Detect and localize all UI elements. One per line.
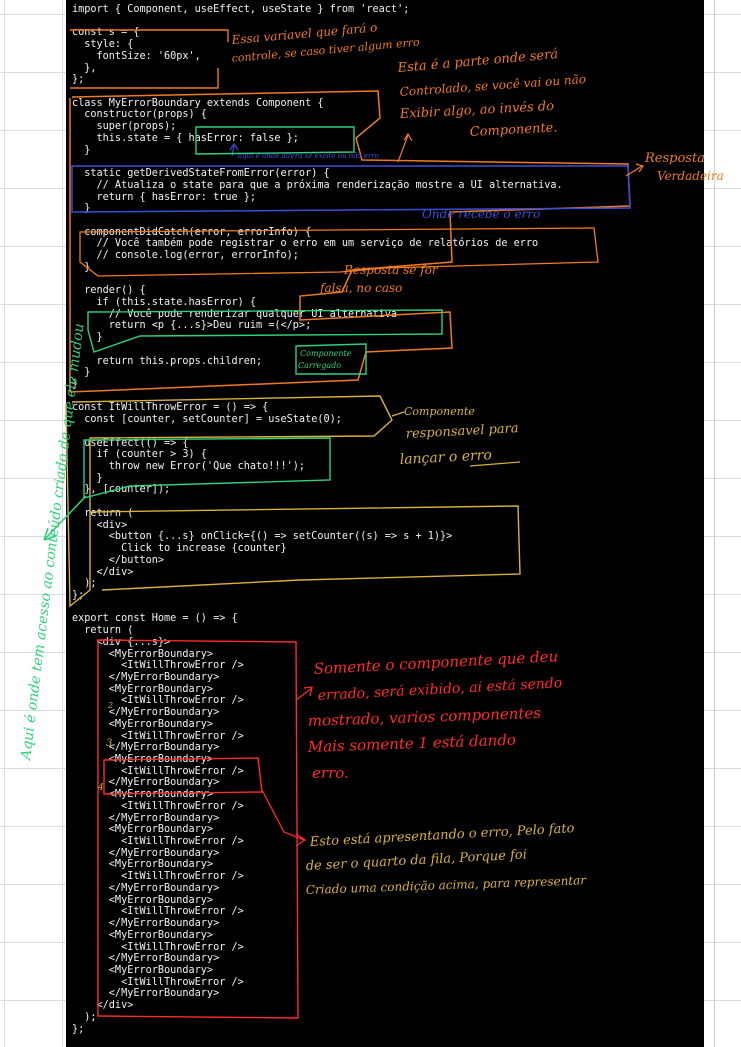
code-line: </MyErrorBoundary> (72, 707, 220, 719)
code-line: <MyErrorBoundary> (72, 789, 214, 801)
code-line: <ItWillThrowError /> (72, 976, 244, 988)
code-line: export const Home = () => { (72, 613, 238, 625)
code-line: // Você pode renderizar qualquer UI alte… (72, 308, 398, 320)
code-line: } (72, 367, 91, 379)
code-line: </div> (72, 566, 134, 578)
code-line: return this.props.children; (72, 355, 263, 367)
code-line: } (72, 332, 103, 344)
code-line: const s = { (72, 27, 140, 39)
code-line: <MyErrorBoundary> (72, 859, 214, 871)
code-line: <ItWillThrowError /> (72, 765, 244, 777)
code-line: <ItWillThrowError /> (72, 730, 244, 742)
code-line: <MyErrorBoundary> (72, 648, 214, 660)
code-line: } (72, 379, 79, 390)
code-line: </MyErrorBoundary> (72, 882, 220, 894)
code-line: constructor(props) { (72, 109, 207, 121)
code-line: </MyErrorBoundary> (72, 918, 220, 930)
code-line: <MyErrorBoundary> (72, 754, 214, 765)
code-line: } (72, 261, 91, 273)
code-line: const ItWillThrowError = () => { (72, 402, 269, 414)
code-line: </button> (72, 554, 165, 566)
code-line: <ItWillThrowError /> (72, 836, 244, 848)
code-line: // console.log(error, errorInfo); (72, 250, 299, 262)
code-line: render() { (72, 285, 146, 297)
code-line: // Você também pode registrar o erro em … (72, 238, 539, 250)
code-line: const [counter, setCounter] = useState(0… (72, 414, 342, 426)
code-line: </MyErrorBoundary> (72, 671, 220, 683)
code-line: } (72, 472, 103, 484)
code-line: }; (72, 74, 85, 86)
code-line: <MyErrorBoundary> (72, 683, 214, 695)
code-line: <ItWillThrowError /> (72, 871, 244, 883)
code-line: static getDerivedStateFromError(error) { (72, 168, 330, 180)
code-line: throw new Error('Que chato!!!'); (72, 461, 306, 473)
code-line: <div> (72, 519, 128, 531)
code-line: </MyErrorBoundary> (72, 953, 220, 965)
code-line: }; (72, 1023, 85, 1035)
code-line: <MyErrorBoundary> (72, 824, 214, 836)
code-line: <MyErrorBoundary> (72, 894, 214, 906)
code-line: ); (72, 578, 97, 590)
code-line: <MyErrorBoundary> (72, 964, 214, 976)
code-line: style: { (72, 39, 134, 51)
code-line: }, [counter]); (72, 484, 171, 496)
code-line: } (72, 144, 91, 156)
code-line: <ItWillThrowError /> (72, 660, 244, 672)
code-line: <div {...s}> (72, 636, 171, 648)
code-line: </div> (72, 1000, 134, 1012)
code-line: </MyErrorBoundary> (72, 812, 220, 824)
margin-line (714, 0, 715, 1047)
code-line: this.state = { hasError: false }; (72, 132, 299, 144)
code-line: <button {...s} onClick={() => setCounter… (72, 531, 453, 543)
code-line: <ItWillThrowError /> (72, 695, 244, 707)
code-line: super(props); (72, 121, 177, 133)
code-line: </MyErrorBoundary> (72, 742, 220, 754)
code-line: return ( (72, 507, 134, 519)
code-line: return <p {...s}>Deu ruim =(</p>; (72, 320, 312, 332)
code-line: componentDidCatch(error, errorInfo) { (72, 226, 312, 238)
code-line: if (counter > 3) { (72, 449, 207, 461)
code-line: }; (72, 589, 85, 601)
code-line: </MyErrorBoundary> (72, 988, 220, 1000)
notebook-margin (704, 0, 741, 1047)
code-line: <ItWillThrowError /> (72, 941, 244, 953)
code-line: <MyErrorBoundary> (72, 718, 214, 730)
code-line: // Atualiza o state para que a próxima r… (72, 179, 563, 191)
code-line: </MyErrorBoundary> (72, 847, 220, 859)
code-line: Click to increase {counter} (72, 543, 287, 555)
code-line: <ItWillThrowError /> (72, 906, 244, 918)
code-line: if (this.state.hasError) { (72, 296, 257, 308)
code-line: fontSize: '60px', (72, 50, 201, 62)
code-line: } (72, 203, 91, 215)
code-line: class MyErrorBoundary extends Component … (72, 97, 324, 109)
code-line: }, (72, 62, 97, 74)
code-line: </MyErrorBoundary> (72, 777, 220, 789)
code-line: <ItWillThrowError /> (72, 800, 244, 812)
code-line: import { Component, useEffect, useState … (72, 4, 410, 15)
code-line: useEffect(() => { (72, 437, 189, 449)
code-line: return { hasError: true }; (72, 191, 257, 203)
code-line: <MyErrorBoundary> (72, 929, 214, 941)
source-code: import { Component, useEffect, useState … (72, 4, 563, 1035)
code-line: return ( (72, 625, 134, 637)
code-line: ); (72, 1011, 97, 1023)
